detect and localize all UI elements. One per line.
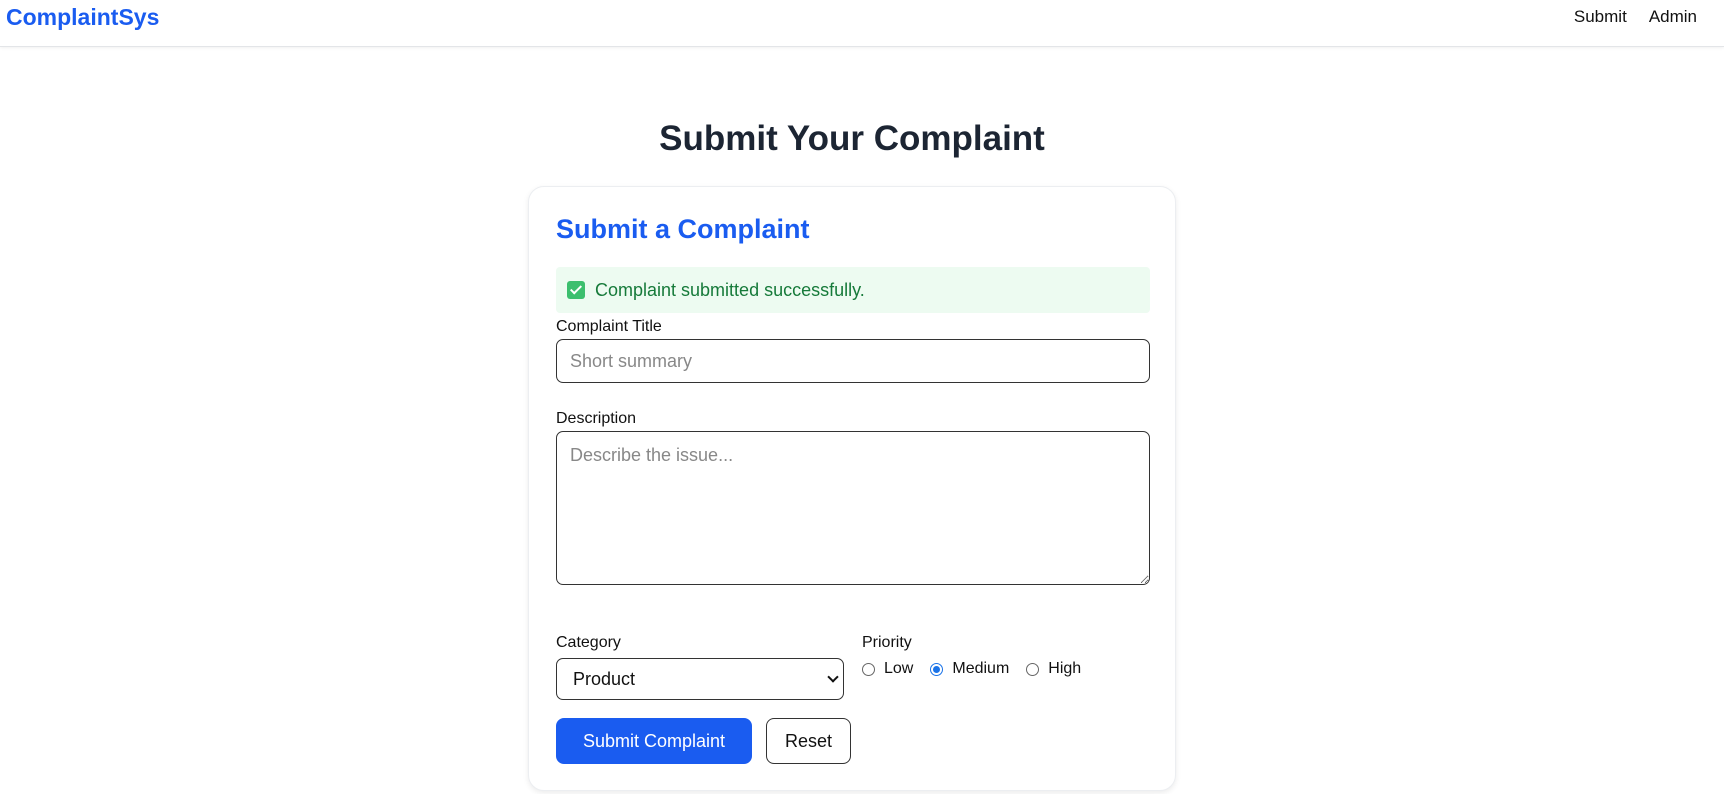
form-title: Submit a Complaint	[556, 214, 810, 244]
nav-link-submit[interactable]: Submit	[1574, 6, 1627, 28]
reset-button[interactable]: Reset	[766, 718, 851, 764]
complaint-form-card: Submit a Complaint Complaint submitted s…	[528, 186, 1176, 791]
priority-label: Priority	[862, 634, 912, 651]
description-textarea[interactable]	[556, 431, 1150, 585]
complaint-title-input[interactable]	[556, 339, 1150, 383]
priority-option-low[interactable]: Low	[862, 660, 913, 678]
priority-radio-group: Low Medium High	[862, 660, 1098, 678]
category-label: Category	[556, 634, 621, 651]
category-selected-value: Product	[573, 668, 636, 689]
radio-button[interactable]	[862, 662, 875, 676]
submit-complaint-button[interactable]: Submit Complaint	[556, 718, 752, 764]
main-nav: Submit Admin	[1574, 6, 1697, 28]
check-square-icon	[567, 281, 585, 299]
description-label: Description	[556, 410, 637, 427]
priority-option-label: Low	[884, 660, 914, 677]
top-nav-bar: ComplaintSys Submit Admin	[0, 0, 1724, 47]
chevron-down-icon	[827, 671, 839, 683]
brand-logo-link[interactable]: ComplaintSys	[6, 4, 159, 31]
priority-option-label: Medium	[952, 660, 1010, 677]
priority-option-high[interactable]: High	[1026, 660, 1081, 678]
nav-link-admin[interactable]: Admin	[1649, 6, 1697, 28]
category-select[interactable]: Product	[556, 658, 844, 700]
page-title: Submit Your Complaint	[659, 119, 1045, 158]
priority-option-label: High	[1048, 660, 1082, 677]
radio-button[interactable]	[1026, 662, 1040, 676]
success-alert-text: Complaint submitted successfully.	[595, 279, 865, 300]
success-alert: Complaint submitted successfully.	[556, 267, 1150, 313]
priority-option-medium[interactable]: Medium	[930, 660, 1009, 678]
radio-button[interactable]	[930, 662, 944, 676]
complaint-title-label: Complaint Title	[556, 318, 662, 335]
